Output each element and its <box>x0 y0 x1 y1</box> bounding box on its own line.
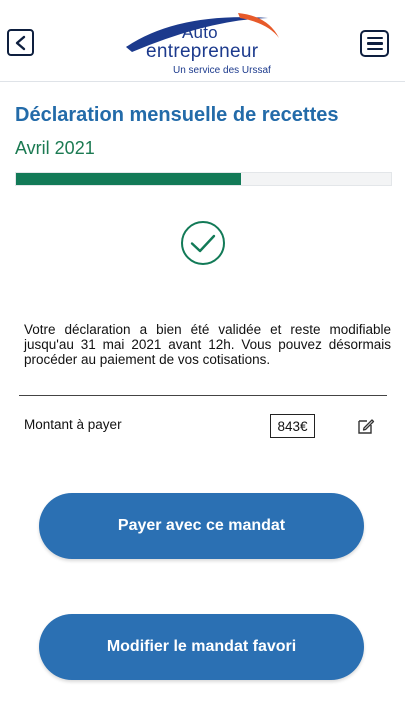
pay-with-mandate-button[interactable]: Payer avec ce mandat <box>39 493 364 559</box>
menu-button[interactable] <box>360 30 389 57</box>
period-label: Avril 2021 <box>15 138 95 158</box>
page-title: Déclaration mensuelle de recettes <box>15 104 339 126</box>
auto-entrepreneur-logo[interactable]: Auto entrepreneur Un service des Urssaf <box>118 10 288 80</box>
app-header: Auto entrepreneur Un service des Urssaf <box>0 0 405 82</box>
hamburger-menu-icon <box>366 36 383 40</box>
progress-bar <box>15 172 392 186</box>
back-button[interactable] <box>7 29 34 56</box>
chevron-left-icon <box>15 35 25 50</box>
progress-fill <box>16 173 241 185</box>
amount-label: Montant à payer <box>24 417 122 432</box>
confirmation-message: Votre déclaration a bien été validée et … <box>24 322 391 367</box>
divider <box>19 395 387 396</box>
amount-value: 843€ <box>270 414 315 438</box>
edit-icon[interactable] <box>356 416 376 436</box>
logo-text-entrepreneur: entrepreneur <box>146 41 259 62</box>
logo-text-auto: Auto <box>182 23 218 42</box>
payment-confirmation-screen: Auto entrepreneur Un service des Urssaf … <box>0 0 405 720</box>
logo-subtitle: Un service des Urssaf <box>173 65 271 76</box>
modify-favorite-mandate-button[interactable]: Modifier le mandat favori <box>39 614 364 680</box>
check-circle-icon <box>181 221 225 265</box>
